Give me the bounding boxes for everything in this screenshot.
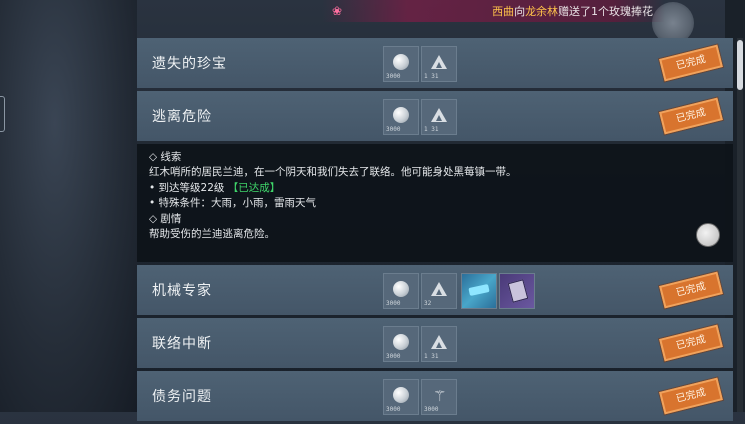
scrollbar-thumb[interactable] bbox=[737, 40, 743, 90]
mountain-icon[interactable]: 32 bbox=[421, 273, 457, 309]
rune-icon[interactable]: ⚚ 3000 bbox=[421, 379, 457, 415]
mountain-icon[interactable]: 1 31 bbox=[421, 46, 457, 82]
silver-coin-icon[interactable]: 3000 bbox=[383, 326, 419, 362]
status-badge: 已完成 bbox=[659, 324, 723, 362]
side-drawer-handle[interactable] bbox=[0, 96, 5, 132]
rose-icon: ❀ bbox=[332, 4, 343, 18]
quest-title: 联络中断 bbox=[152, 336, 212, 352]
sender-name: 西曲 bbox=[492, 5, 515, 18]
plot-heading: ◇ 剧情 bbox=[149, 212, 182, 225]
scrollbar-track[interactable] bbox=[737, 38, 743, 412]
background-scenery bbox=[0, 0, 137, 412]
clue-heading: ◇ 线索 bbox=[149, 151, 182, 163]
requirement-weather: • 特殊条件：大雨，小雨，雷雨天气 bbox=[149, 197, 317, 210]
status-badge: 已完成 bbox=[659, 377, 723, 415]
status-badge: 已完成 bbox=[659, 271, 723, 309]
expand-toggle-button[interactable] bbox=[696, 223, 720, 247]
quest-row-expanded[interactable]: 逃离危险 3000 1 31 已完成 bbox=[137, 91, 733, 141]
quest-row[interactable]: 债务问题 3000 ⚚ 3000 已完成 bbox=[137, 371, 733, 421]
plot-text: 帮助受伤的兰迪逃离危险。 bbox=[149, 228, 275, 241]
purple-book-icon[interactable] bbox=[499, 273, 535, 309]
quest-title: 机械专家 bbox=[152, 283, 212, 299]
silver-coin-icon[interactable]: 3000 bbox=[383, 46, 419, 82]
requirement-level: • 到达等级22级 【已达成】 bbox=[149, 181, 281, 194]
mountain-icon[interactable]: 1 31 bbox=[421, 326, 457, 362]
quest-detail-panel: ◇ 线索 红木哨所的居民兰迪，在一个阴天和我们失去了联络。他可能身处黑莓镇一带。… bbox=[137, 144, 733, 262]
blue-scroll-icon[interactable] bbox=[461, 273, 497, 309]
quest-row[interactable]: 机械专家 3000 32 已完成 bbox=[137, 265, 733, 315]
silver-coin-icon[interactable]: 3000 bbox=[383, 99, 419, 135]
requirement-status: 【已达成】 bbox=[227, 181, 281, 194]
silver-coin-icon[interactable]: 3000 bbox=[383, 273, 419, 309]
quest-title: 逃离危险 bbox=[152, 109, 212, 125]
status-badge: 已完成 bbox=[659, 97, 723, 135]
quest-title: 遗失的珍宝 bbox=[152, 56, 227, 72]
gift-notification-text: 西曲向龙余林赠送了1个玫瑰捧花 bbox=[492, 3, 653, 19]
quest-row[interactable]: 联络中断 3000 1 31 已完成 bbox=[137, 318, 733, 368]
notice-message: 赠送了1个玫瑰捧花 bbox=[558, 5, 654, 18]
quest-title: 债务问题 bbox=[152, 389, 212, 405]
status-badge: 已完成 bbox=[659, 44, 723, 82]
gift-notification-banner: ❀ 西曲向龙余林赠送了1个玫瑰捧花 bbox=[322, 0, 665, 22]
mountain-icon[interactable]: 1 31 bbox=[421, 99, 457, 135]
receiver-name: 龙余林 bbox=[525, 5, 559, 18]
notice-verb: 向 bbox=[514, 5, 526, 18]
quest-row[interactable]: 遗失的珍宝 3000 1 31 已完成 bbox=[137, 38, 733, 88]
silver-coin-icon[interactable]: 3000 bbox=[383, 379, 419, 415]
quest-list: 遗失的珍宝 3000 1 31 已完成 逃离危险 3000 1 31 已完成 ◇… bbox=[137, 38, 733, 424]
clue-text: 红木哨所的居民兰迪，在一个阴天和我们失去了联络。他可能身处黑莓镇一带。 bbox=[149, 166, 517, 179]
